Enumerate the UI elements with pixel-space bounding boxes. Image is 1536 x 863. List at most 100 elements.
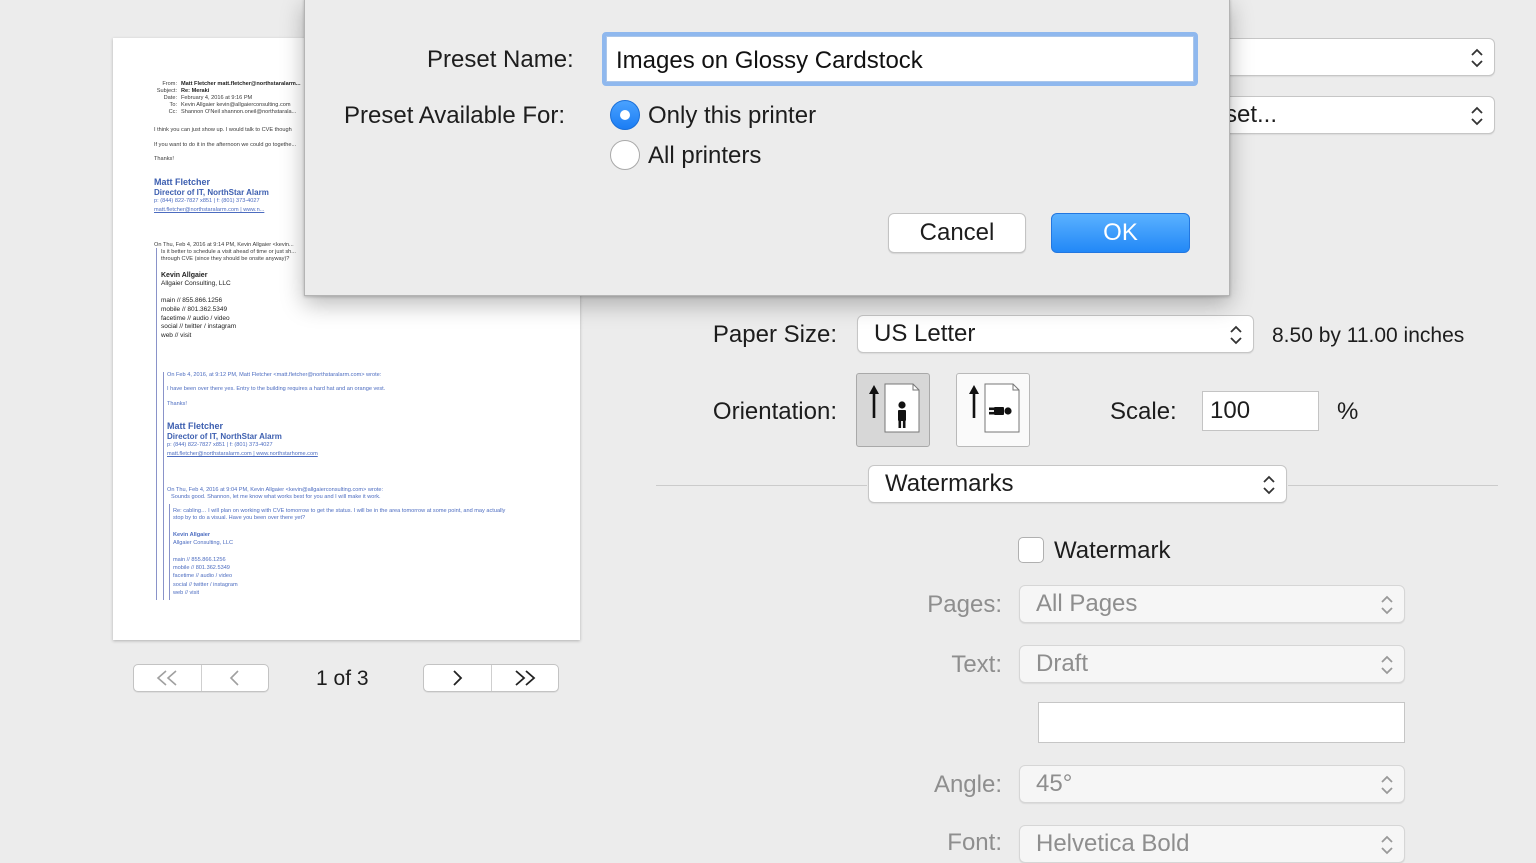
section-divider-right <box>1288 485 1498 486</box>
settings-section-value: Watermarks <box>885 470 1014 497</box>
last-page-button[interactable] <box>490 665 559 691</box>
landscape-orientation-button[interactable] <box>956 373 1030 447</box>
paper-size-label: Paper Size: <box>712 321 837 348</box>
preview-quote-header: On Thu, Feb 4, 2016 at 9:14 PM, Kevin Al… <box>154 242 294 248</box>
updown-chevron-icon <box>1470 47 1484 69</box>
presets-popup-value: set... <box>1225 101 1278 128</box>
section-divider-left <box>656 485 867 486</box>
preview-kevin-web: web // visit <box>161 332 192 339</box>
watermark-checkbox[interactable] <box>1018 537 1044 563</box>
chevron-right-icon <box>453 670 463 686</box>
preview-sig-name: Matt Fletcher <box>154 177 211 187</box>
next-page-button[interactable] <box>424 665 491 691</box>
preset-name-label: Preset Name: <box>427 46 574 73</box>
angle-label: Angle: <box>933 771 1002 798</box>
font-label: Font: <box>947 829 1002 856</box>
preview-sig-phone: p: (844) 822-7827 x851 | f: (801) 373-40… <box>154 198 260 204</box>
preview-kevin-main: main // 855.866.1256 <box>161 297 223 304</box>
preview-body-line: If you want to do it in the afternoon we… <box>154 142 297 148</box>
paper-size-popup[interactable]: US Letter <box>857 315 1254 353</box>
preview-quote-bar <box>163 372 164 600</box>
pages-label: Pages: <box>927 591 1002 618</box>
preview-kevin-mobile: mobile // 801.362.5349 <box>173 565 230 571</box>
preview-from-label: From: <box>162 81 177 87</box>
angle-value: 45° <box>1036 770 1073 797</box>
preview-kevin-main: main // 855.866.1256 <box>173 557 226 563</box>
preview-body-line: I have been over there yes. Entry to the… <box>167 386 386 392</box>
scale-input[interactable]: 100 <box>1202 391 1319 431</box>
preset-name-field <box>602 32 1198 86</box>
preview-subject-value: Re: Meraki <box>181 88 210 94</box>
preview-body-line: Sounds good. Shannon, let me know what w… <box>171 494 381 500</box>
page-indicator: 1 of 3 <box>316 667 369 690</box>
all-printers-label[interactable]: All printers <box>648 142 761 170</box>
updown-chevron-icon <box>1470 105 1484 127</box>
text-value: Draft <box>1036 650 1089 677</box>
preview-sig-links: matt.fletcher@northstaralarm.com | www.n… <box>154 207 265 213</box>
preview-kevin-web: web // visit <box>173 590 200 596</box>
preset-name-input[interactable] <box>606 36 1194 82</box>
preview-body-line: Thanks! <box>154 156 174 162</box>
preview-sig-name: Matt Fletcher <box>167 421 224 431</box>
preview-quote-bar <box>156 248 157 600</box>
font-value: Helvetica Bold <box>1036 830 1190 857</box>
text-popup[interactable]: Draft <box>1019 645 1405 683</box>
preview-subject-label: Subject: <box>156 88 177 94</box>
save-preset-sheet: Preset Name: Preset Available For: Only … <box>304 0 1230 296</box>
updown-chevron-icon <box>1262 474 1276 496</box>
preview-quote-header: On Feb 4, 2016, at 9:12 PM, Matt Fletche… <box>167 372 382 378</box>
pages-value: All Pages <box>1036 590 1138 617</box>
preview-sig-title: Director of IT, NorthStar Alarm <box>167 432 282 441</box>
preview-sig-links: matt.fletcher@northstaralarm.com | www.n… <box>167 451 318 457</box>
double-chevron-left-icon <box>157 670 177 686</box>
updown-chevron-icon <box>1380 654 1394 676</box>
double-chevron-right-icon <box>515 670 536 686</box>
custom-text-input[interactable] <box>1038 702 1405 743</box>
next-last-nav <box>423 664 559 692</box>
preview-kevin-mobile: mobile // 801.362.5349 <box>161 306 228 313</box>
preview-kevin-company: Allgaier Consulting, LLC <box>161 280 231 287</box>
cancel-button[interactable]: Cancel <box>888 213 1026 253</box>
preview-sig-title: Director of IT, NorthStar Alarm <box>154 188 269 197</box>
preview-kevin-facetime: facetime // audio / video <box>161 315 230 322</box>
scale-label: Scale: <box>1110 398 1177 425</box>
portrait-orientation-button[interactable] <box>856 373 930 447</box>
preview-kevin-social: social // twitter / instagram <box>161 323 237 330</box>
updown-chevron-icon <box>1380 774 1394 796</box>
text-label: Text: <box>951 651 1002 678</box>
preview-body-line: I think you can just show up. I would ta… <box>154 127 292 133</box>
only-this-printer-radio[interactable] <box>610 100 640 130</box>
pages-popup[interactable]: All Pages <box>1019 585 1405 623</box>
angle-popup[interactable]: 45° <box>1019 765 1405 803</box>
preview-sig-phone: p: (844) 822-7827 x851 | f: (801) 373-40… <box>167 442 273 448</box>
first-page-button[interactable] <box>134 665 201 691</box>
preview-body-line: stop by to do a visual. Have you been ov… <box>173 515 306 521</box>
preview-quote-bar <box>169 504 170 600</box>
preview-date-label: Date: <box>163 95 177 101</box>
scale-unit: % <box>1337 398 1359 425</box>
only-this-printer-label[interactable]: Only this printer <box>648 102 816 130</box>
paper-size-dimensions: 8.50 by 11.00 inches <box>1272 324 1465 347</box>
preview-from-value: Matt Fletcher matt.fletcher@northstarala… <box>181 81 301 87</box>
preview-kevin-company: Allgaier Consulting, LLC <box>173 540 234 546</box>
updown-chevron-icon <box>1380 594 1394 616</box>
preview-body-line: through CVE (since they should be onsite… <box>161 256 290 262</box>
first-prev-nav <box>133 664 269 692</box>
previous-page-button[interactable] <box>200 665 269 691</box>
settings-section-popup[interactable]: Watermarks <box>868 465 1287 503</box>
orientation-label: Orientation: <box>712 398 837 425</box>
paper-size-value: US Letter <box>874 320 976 347</box>
preview-to-value: Kevin Allgaier kevin@allgaierconsulting.… <box>181 102 291 108</box>
preview-date-value: February 4, 2016 at 9:16 PM <box>181 95 253 101</box>
preview-cc-value: Shannon O'Neil shannon.oneil@northstaral… <box>181 109 297 115</box>
watermark-label: Watermark <box>1054 537 1171 564</box>
updown-chevron-icon <box>1229 324 1243 346</box>
updown-chevron-icon <box>1380 834 1394 856</box>
landscape-orientation-icon <box>969 383 1020 433</box>
font-popup[interactable]: Helvetica Bold <box>1019 825 1405 863</box>
ok-button[interactable]: OK <box>1051 213 1190 253</box>
preview-body-line: Re: cabling… I will plan on working with… <box>173 508 506 514</box>
all-printers-radio[interactable] <box>610 140 640 170</box>
preview-quote-header: On Thu, Feb 4, 2016 at 9:04 PM, Kevin Al… <box>167 487 384 493</box>
preview-body-line: Thanks! <box>167 401 187 407</box>
